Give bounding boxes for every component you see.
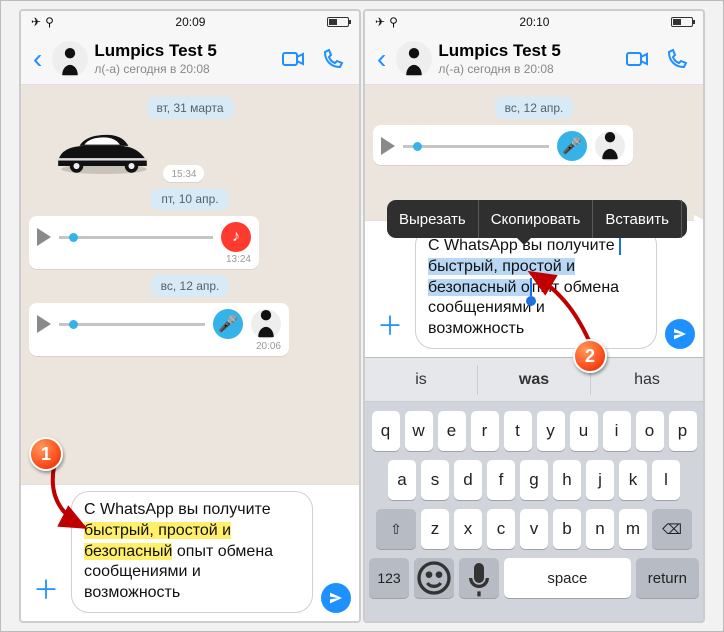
key-j[interactable]: j <box>586 460 614 500</box>
key-b[interactable]: b <box>553 509 581 549</box>
message-time: 13:24 <box>37 254 251 265</box>
sticker-message[interactable]: 15:34 <box>29 125 351 182</box>
avatar-icon <box>251 309 281 339</box>
ctx-more-icon[interactable]: ▶ <box>682 200 703 238</box>
video-call-icon[interactable] <box>281 47 305 71</box>
battery-icon <box>327 17 349 27</box>
voice-message[interactable]: 🎤 <box>373 125 695 165</box>
date-pill: вт, 31 марта <box>147 97 234 119</box>
video-call-icon[interactable] <box>625 47 649 71</box>
backspace-key[interactable]: ⌫ <box>652 509 692 549</box>
input-text: С WhatsApp вы получите <box>84 501 271 518</box>
key-g[interactable]: g <box>520 460 548 500</box>
keyboard[interactable]: is was has qwertyuiop asdfghjkl ⇧ zxcvbn… <box>365 357 703 621</box>
back-button[interactable]: ‹ <box>373 43 390 75</box>
status-time: 20:10 <box>519 15 549 29</box>
wifi-icon: ⚲ <box>45 15 54 29</box>
voice-message[interactable]: 🎤 20:06 <box>29 303 351 356</box>
space-key[interactable]: space <box>504 558 631 598</box>
key-i[interactable]: i <box>603 411 631 451</box>
chat-header: ‹ Lumpics Test 5 л(-а) сегодня в 20:08 <box>365 33 703 85</box>
mic-badge-icon: 🎤 <box>213 309 243 339</box>
back-button[interactable]: ‹ <box>29 43 46 75</box>
key-f[interactable]: f <box>487 460 515 500</box>
key-n[interactable]: n <box>586 509 614 549</box>
mic-badge-icon: 🎤 <box>557 131 587 161</box>
airplane-icon: ✈︎ <box>375 15 385 29</box>
attach-button[interactable]: ＋ <box>373 306 407 349</box>
battery-icon <box>671 17 693 27</box>
key-v[interactable]: v <box>520 509 548 549</box>
key-y[interactable]: y <box>537 411 565 451</box>
key-a[interactable]: a <box>388 460 416 500</box>
key-h[interactable]: h <box>553 460 581 500</box>
suggestion[interactable]: is <box>365 365 478 395</box>
status-bar: ✈︎ ⚲ 20:09 <box>21 11 359 33</box>
ctx-cut[interactable]: Вырезать <box>387 200 479 238</box>
key-x[interactable]: x <box>454 509 482 549</box>
key-p[interactable]: p <box>669 411 697 451</box>
chat-header: ‹ Lumpics Test 5 л(-а) сегодня в 20:08 <box>21 33 359 85</box>
date-pill: вс, 12 апр. <box>151 275 230 297</box>
voice-call-icon[interactable] <box>321 47 345 71</box>
play-icon[interactable] <box>37 315 51 333</box>
chat-title[interactable]: Lumpics Test 5 <box>438 41 619 61</box>
key-o[interactable]: o <box>636 411 664 451</box>
send-button[interactable] <box>665 319 695 349</box>
annotation-marker-1: 1 <box>29 437 63 471</box>
key-w[interactable]: w <box>405 411 433 451</box>
date-pill: вс, 12 апр. <box>495 97 574 119</box>
play-icon[interactable] <box>37 228 51 246</box>
key-s[interactable]: s <box>421 460 449 500</box>
numbers-key[interactable]: 123 <box>369 558 409 598</box>
key-l[interactable]: l <box>652 460 680 500</box>
mic-key[interactable] <box>459 558 499 598</box>
avatar-icon <box>595 131 625 161</box>
ctx-paste[interactable]: Вставить <box>593 200 682 238</box>
return-key[interactable]: return <box>636 558 699 598</box>
key-c[interactable]: c <box>487 509 515 549</box>
key-d[interactable]: d <box>454 460 482 500</box>
key-e[interactable]: e <box>438 411 466 451</box>
music-badge-icon: ♪ <box>221 222 251 252</box>
car-sticker <box>49 127 159 177</box>
avatar[interactable] <box>52 41 88 77</box>
status-time: 20:09 <box>175 15 205 29</box>
chat-subtitle: л(-а) сегодня в 20:08 <box>438 62 619 76</box>
key-r[interactable]: r <box>471 411 499 451</box>
key-u[interactable]: u <box>570 411 598 451</box>
chat-subtitle: л(-а) сегодня в 20:08 <box>94 62 275 76</box>
voice-call-icon[interactable] <box>665 47 689 71</box>
annotation-marker-2: 2 <box>573 339 607 373</box>
suggestion[interactable]: was <box>478 365 591 395</box>
suggestion[interactable]: has <box>591 365 703 395</box>
key-q[interactable]: q <box>372 411 400 451</box>
send-button[interactable] <box>321 583 351 613</box>
avatar[interactable] <box>396 41 432 77</box>
text-context-menu[interactable]: Вырезать Скопировать Вставить ▶ <box>387 200 687 238</box>
shift-key[interactable]: ⇧ <box>376 509 416 549</box>
key-k[interactable]: k <box>619 460 647 500</box>
status-bar: ✈︎ ⚲ 20:10 <box>365 11 703 33</box>
airplane-icon: ✈︎ <box>31 15 41 29</box>
message-time: 15:34 <box>171 169 196 180</box>
emoji-key[interactable] <box>414 558 454 598</box>
key-m[interactable]: m <box>619 509 647 549</box>
wifi-icon: ⚲ <box>389 15 398 29</box>
attach-button[interactable]: ＋ <box>29 570 63 613</box>
ctx-copy[interactable]: Скопировать <box>479 200 594 238</box>
keyboard-suggestions[interactable]: is was has <box>365 358 703 402</box>
key-t[interactable]: t <box>504 411 532 451</box>
key-z[interactable]: z <box>421 509 449 549</box>
date-pill: пт, 10 апр. <box>151 188 228 210</box>
message-time: 20:06 <box>37 341 281 352</box>
message-input[interactable]: С WhatsApp вы получите быстрый, простой … <box>71 491 313 613</box>
chat-title[interactable]: Lumpics Test 5 <box>94 41 275 61</box>
play-icon[interactable] <box>381 137 395 155</box>
voice-message[interactable]: ♪ 13:24 <box>29 216 351 269</box>
